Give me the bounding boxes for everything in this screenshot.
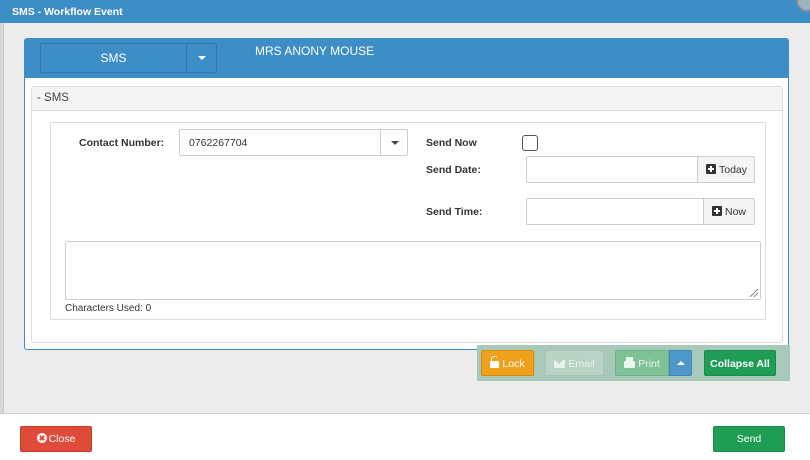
left-strip: [0, 23, 4, 413]
send-time-label: Send Time:: [426, 206, 483, 218]
contact-number-label: Contact Number:: [79, 137, 165, 149]
close-button[interactable]: Close: [20, 426, 92, 452]
type-selector-value: SMS: [100, 51, 127, 65]
chevron-down-icon: [198, 56, 206, 60]
now-button[interactable]: Now: [704, 198, 755, 225]
close-circle-icon: [36, 433, 47, 443]
panel-header: SMS MRS ANONY MOUSE: [25, 39, 788, 78]
window-title: SMS - Workflow Event: [12, 6, 123, 18]
send-time-input[interactable]: [526, 198, 704, 225]
send-now-checkbox[interactable]: [522, 135, 538, 151]
envelope-icon: [554, 360, 566, 368]
plus-square-icon: [712, 206, 722, 216]
resize-grip-icon[interactable]: [750, 289, 758, 297]
send-date-input[interactable]: [526, 156, 698, 183]
collapse-all-button[interactable]: Collapse All: [704, 350, 776, 376]
lock-button[interactable]: Lock: [481, 350, 534, 376]
dialog-footer: Close Send: [0, 413, 810, 460]
chevron-up-icon: [677, 361, 685, 365]
send-now-label: Send Now: [426, 137, 477, 149]
send-button[interactable]: Send: [713, 426, 785, 452]
sms-section: - SMS Contact Number: 0762267704 Send No…: [31, 86, 783, 343]
email-label: Email: [568, 358, 595, 370]
type-selector[interactable]: SMS: [40, 43, 217, 73]
now-label: Now: [725, 206, 747, 218]
characters-used: Characters Used: 0: [65, 303, 152, 314]
action-toolbar: Lock Email Print Collapse All: [477, 345, 790, 381]
sms-panel: SMS MRS ANONY MOUSE - SMS Contact Number…: [24, 38, 789, 350]
plus-square-icon: [706, 164, 716, 174]
email-button[interactable]: Email: [545, 350, 604, 376]
section-header[interactable]: - SMS: [32, 87, 782, 111]
close-label: Close: [48, 433, 76, 445]
contact-number-value: 0762267704: [189, 137, 248, 149]
print-options-toggle[interactable]: [669, 350, 692, 376]
today-button[interactable]: Today: [698, 156, 755, 183]
window-corner-handle[interactable]: [796, 0, 810, 12]
contact-number-toggle[interactable]: [380, 130, 407, 155]
patient-name: MRS ANONY MOUSE: [255, 44, 375, 58]
today-label: Today: [719, 164, 748, 176]
printer-icon: [624, 357, 636, 368]
unlock-icon: [490, 356, 500, 368]
window-title-bar: SMS - Workflow Event: [0, 0, 810, 23]
type-selector-toggle[interactable]: [186, 44, 216, 72]
contact-number-select[interactable]: 0762267704: [179, 129, 408, 156]
lock-label: Lock: [502, 358, 525, 370]
send-date-label: Send Date:: [426, 164, 481, 176]
message-textarea[interactable]: [65, 241, 761, 300]
print-button[interactable]: Print: [615, 350, 669, 376]
sms-form: Contact Number: 0762267704 Send Now Send…: [50, 122, 766, 320]
print-label: Print: [638, 358, 660, 370]
chevron-down-icon: [391, 141, 399, 145]
